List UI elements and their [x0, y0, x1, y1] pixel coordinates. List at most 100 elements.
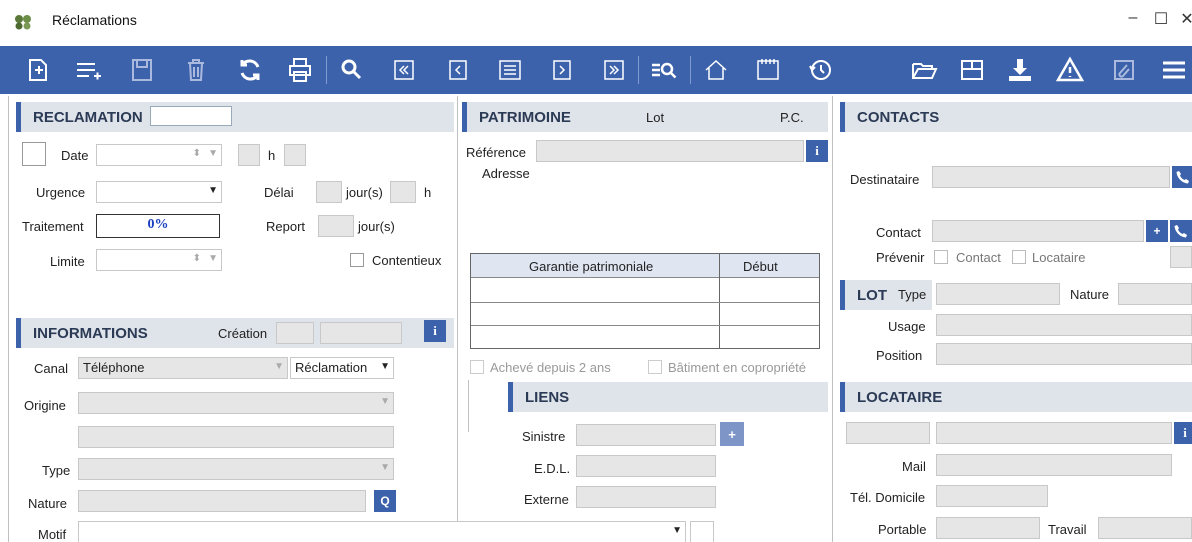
travail-input[interactable] — [1098, 517, 1192, 539]
close-button[interactable]: ✕ — [1176, 9, 1192, 29]
portable-input[interactable] — [936, 517, 1040, 539]
liens-header: LIENS — [525, 389, 570, 406]
menu-button[interactable] — [1156, 52, 1192, 88]
maximize-button[interactable]: ☐ — [1150, 9, 1172, 29]
delete-button[interactable] — [178, 52, 214, 88]
reference-info-button[interactable]: i — [806, 140, 828, 162]
locataire-section-header: LOCATAIRE — [840, 382, 1192, 412]
chevron-down-icon: ▼ — [208, 185, 218, 196]
chevron-down-icon: ▼ — [274, 361, 284, 372]
information-button[interactable]: i — [424, 320, 446, 342]
type-select[interactable]: ▼ — [78, 458, 394, 480]
contact-call-button[interactable] — [1170, 220, 1192, 242]
home-button[interactable] — [698, 52, 734, 88]
acheve-checkbox[interactable] — [470, 360, 484, 374]
chevron-left-icon — [449, 60, 467, 80]
locataire-name-input[interactable] — [936, 422, 1172, 444]
tel-domicile-input[interactable] — [936, 485, 1048, 507]
edl-input[interactable] — [576, 455, 716, 477]
limite-date-input[interactable]: ⬍ ▼ — [96, 249, 222, 271]
position-input[interactable] — [936, 343, 1192, 365]
motif-select[interactable]: ▼ — [78, 521, 686, 542]
hour-label: h — [268, 148, 276, 163]
sinistre-add-button[interactable]: + — [720, 422, 744, 446]
locataire-code-input[interactable] — [846, 422, 930, 444]
lot-nature-input[interactable] — [1118, 283, 1192, 305]
motif-extra-input[interactable] — [690, 521, 714, 542]
canal-type-select[interactable]: Réclamation ▼ — [290, 357, 394, 379]
layout-button[interactable] — [954, 52, 990, 88]
info-icon: i — [815, 143, 819, 158]
minute-input[interactable] — [284, 144, 306, 166]
reclamation-select-checkbox[interactable] — [22, 142, 46, 166]
locataire-info-button[interactable]: i — [1174, 422, 1192, 444]
position-label: Position — [876, 348, 923, 363]
externe-input[interactable] — [576, 486, 716, 508]
usage-label: Usage — [888, 319, 926, 334]
column-divider — [832, 96, 833, 542]
pc-label: P.C. — [780, 110, 804, 125]
app-logo-icon — [15, 15, 31, 30]
prevenir-extra-input[interactable] — [1170, 246, 1192, 268]
refresh-button[interactable] — [232, 52, 268, 88]
save-button[interactable] — [124, 52, 160, 88]
hour-input[interactable] — [238, 144, 260, 166]
nature-search-button[interactable]: Q — [374, 490, 396, 512]
report-days-input[interactable] — [318, 215, 354, 237]
calendar-button[interactable] — [750, 52, 786, 88]
last-record-button[interactable] — [596, 52, 632, 88]
destinataire-input[interactable] — [932, 166, 1170, 188]
contact-input[interactable] — [932, 220, 1144, 242]
creation-date-input — [276, 322, 314, 344]
delai-hours-input[interactable] — [390, 181, 416, 203]
sinistre-input[interactable] — [576, 424, 716, 446]
canal-value: Téléphone — [83, 360, 145, 375]
chevron-down-icon: ▼ — [208, 253, 218, 264]
limite-label: Limite — [50, 254, 85, 269]
usage-input[interactable] — [936, 314, 1192, 336]
date-input[interactable]: ⬍ ▼ — [96, 144, 222, 166]
search-button[interactable] — [334, 52, 370, 88]
reference-input[interactable] — [536, 140, 804, 162]
delai-days-input[interactable] — [316, 181, 342, 203]
new-document-button[interactable] — [20, 52, 56, 88]
nature-input[interactable] — [78, 490, 366, 512]
debut-column-header[interactable]: Début — [743, 259, 778, 274]
prevenir-locataire-checkbox[interactable] — [1012, 250, 1026, 264]
contact-add-button[interactable]: + — [1146, 220, 1168, 242]
garantie-column-header[interactable]: Garantie patrimoniale — [529, 259, 653, 274]
list-view-button[interactable] — [492, 52, 528, 88]
chevron-down-icon: ▼ — [380, 462, 390, 473]
attachment-button[interactable] — [1106, 52, 1142, 88]
history-button[interactable] — [802, 52, 838, 88]
open-folder-button[interactable] — [906, 52, 942, 88]
batiment-copropriete-checkbox[interactable] — [648, 360, 662, 374]
creation-label: Création — [218, 326, 268, 341]
list-view-icon — [499, 60, 521, 80]
prevenir-contact-checkbox[interactable] — [934, 250, 948, 264]
origine-select[interactable]: ▼ — [78, 392, 394, 414]
lot-type-input[interactable] — [936, 283, 1060, 305]
add-line-button[interactable] — [70, 52, 106, 88]
phone-icon — [1174, 225, 1187, 238]
reclamation-number-input[interactable] — [150, 106, 232, 126]
contentieux-checkbox[interactable] — [350, 253, 364, 267]
first-record-button[interactable] — [386, 52, 422, 88]
garantie-table[interactable]: Garantie patrimoniale Début — [470, 253, 820, 349]
canal-type-value: Réclamation — [295, 360, 368, 375]
mail-input[interactable] — [936, 454, 1172, 476]
minimize-button[interactable]: – — [1122, 9, 1144, 27]
download-button[interactable] — [1002, 52, 1038, 88]
filter-search-button[interactable] — [646, 52, 682, 88]
spinner-icon: ⬍ — [192, 148, 201, 159]
previous-record-button[interactable] — [440, 52, 476, 88]
alert-button[interactable] — [1052, 52, 1088, 88]
origine-detail-input[interactable] — [78, 426, 394, 448]
next-record-button[interactable] — [544, 52, 580, 88]
print-button[interactable] — [282, 52, 318, 88]
contentieux-label: Contentieux — [372, 253, 442, 268]
calendar-icon — [757, 59, 779, 80]
urgence-select[interactable]: ▼ — [96, 181, 222, 203]
canal-select[interactable]: Téléphone ▼ — [78, 357, 288, 379]
destinataire-call-button[interactable] — [1172, 166, 1192, 188]
